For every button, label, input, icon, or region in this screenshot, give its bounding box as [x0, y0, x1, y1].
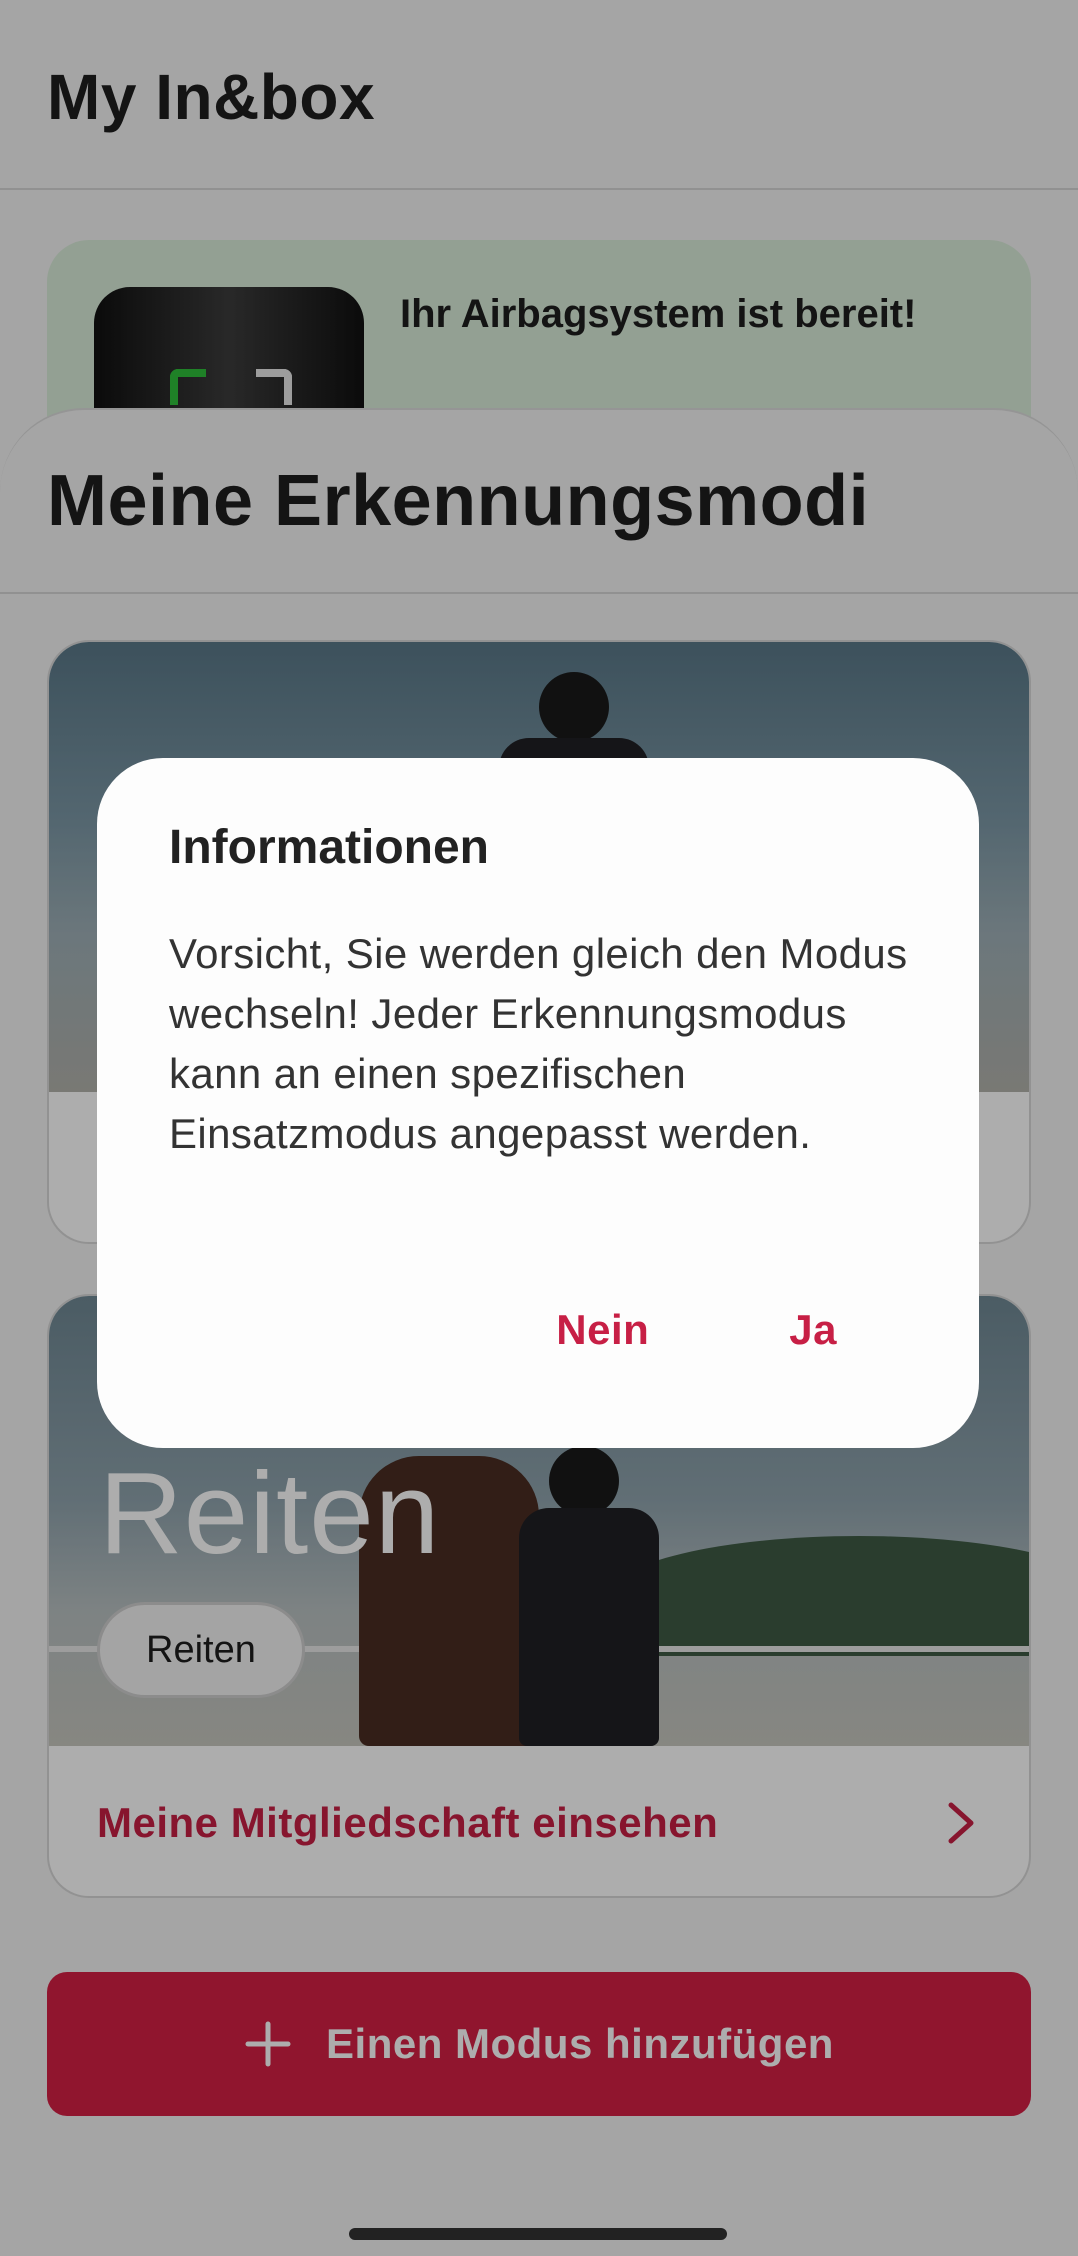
info-dialog: Informationen Vorsicht, Sie werden gleic… — [97, 758, 979, 1448]
home-indicator[interactable] — [349, 2228, 727, 2240]
cancel-button[interactable]: Nein — [556, 1306, 649, 1354]
confirm-button[interactable]: Ja — [789, 1306, 837, 1354]
dialog-title: Informationen — [169, 821, 489, 874]
dialog-message: Vorsicht, Sie werden gleich den Modus we… — [169, 930, 908, 1157]
dialog-actions: Nein Ja — [556, 1306, 837, 1354]
